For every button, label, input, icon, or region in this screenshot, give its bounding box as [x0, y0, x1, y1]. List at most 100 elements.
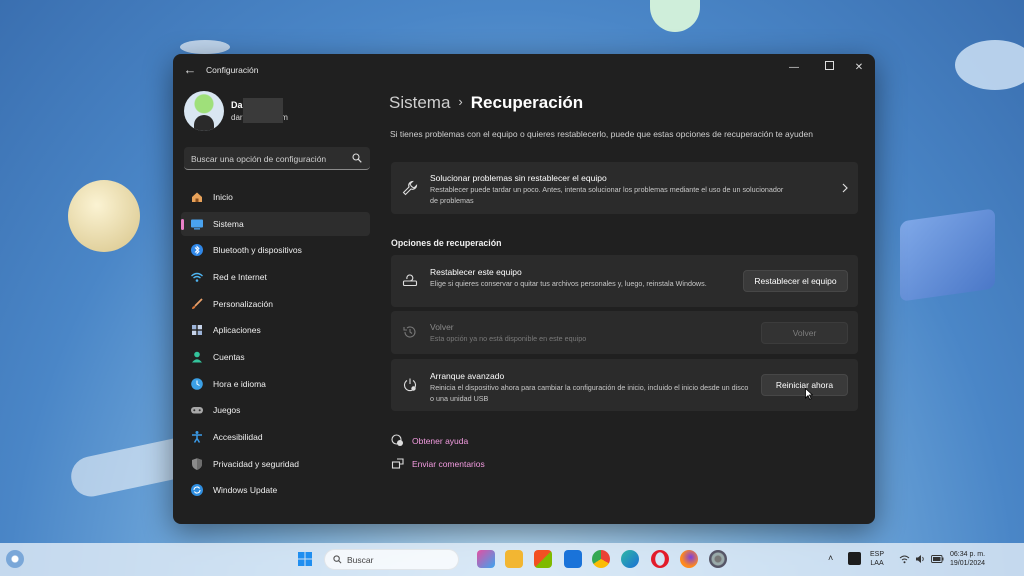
globe-clock-icon — [191, 378, 203, 390]
taskbar-search-label: Buscar — [347, 555, 374, 565]
settings-window: ← Configuración — ✕ Da dar hotmail.com B… — [173, 54, 875, 524]
sidebar-item-label: Privacidad y seguridad — [213, 459, 299, 469]
chrome-icon[interactable] — [592, 550, 610, 568]
language-code: ESP — [870, 551, 885, 558]
account-icon — [192, 351, 202, 363]
tray-app-icon[interactable] — [848, 552, 861, 565]
wallpaper-orb — [68, 180, 140, 252]
redaction-box — [243, 111, 283, 123]
wifi-icon[interactable] — [899, 554, 910, 564]
chevron-right-icon: › — [458, 94, 463, 109]
chevron-up-icon[interactable]: ˄ — [828, 554, 833, 563]
page-description: Si tienes problemas con el equipo o quie… — [390, 129, 813, 139]
wallpaper-shape — [955, 40, 1024, 90]
sidebar-item-label: Sistema — [213, 219, 244, 229]
sidebar-item-label: Windows Update — [213, 485, 278, 495]
go-back-button[interactable]: Volver — [761, 322, 848, 344]
sidebar-item-label: Aplicaciones — [213, 325, 261, 335]
card-description: Reinicia el dispositivo ahora para cambi… — [430, 383, 749, 403]
sidebar-item-label: Inicio — [213, 192, 233, 202]
widgets-icon[interactable] — [6, 550, 24, 568]
link-label: Enviar comentarios — [412, 459, 485, 469]
help-chat-icon — [391, 434, 403, 446]
card-description: Restablecer puede tardar un poco. Antes,… — [430, 185, 784, 205]
opera-icon[interactable] — [651, 550, 669, 568]
wallpaper-shape — [180, 40, 230, 54]
file-explorer-icon[interactable] — [505, 550, 523, 568]
home-icon — [192, 192, 202, 202]
keyboard-layout: LAA — [870, 560, 884, 567]
troubleshoot-card[interactable]: Solucionar problemas sin restablecer el … — [391, 162, 858, 214]
firefox-icon[interactable] — [680, 550, 698, 568]
sidebar-item-aplicaciones[interactable]: Aplicaciones — [181, 318, 370, 342]
volume-icon[interactable] — [915, 554, 926, 564]
search-input[interactable]: Buscar una opción de configuración — [184, 147, 370, 170]
taskbar-search[interactable]: Buscar — [324, 549, 459, 570]
edge-icon[interactable] — [621, 550, 639, 568]
sidebar-item-windows-update[interactable]: Windows Update — [181, 478, 370, 502]
shield-icon — [192, 458, 202, 470]
card-description: Elige si quieres conservar o quitar tus … — [430, 279, 707, 288]
taskbar: Buscar ˄ ESP LAA 06:34 p. m. 19/01/2024 — [0, 543, 1024, 576]
battery-icon[interactable] — [931, 554, 944, 564]
brush-icon — [192, 298, 203, 309]
title-bar: ← Configuración — ✕ — [173, 54, 875, 86]
sidebar-item-bluetooth[interactable]: Bluetooth y dispositivos — [181, 238, 370, 262]
apps-icon — [192, 325, 202, 335]
search-placeholder: Buscar una opción de configuración — [191, 154, 327, 164]
clock-date: 19/01/2024 — [950, 560, 986, 567]
copilot-icon[interactable] — [477, 550, 495, 568]
sidebar-item-sistema[interactable]: Sistema — [181, 212, 370, 236]
card-title: Arranque avanzado — [430, 371, 505, 381]
advanced-startup-icon — [403, 378, 417, 392]
chevron-right-icon — [842, 183, 848, 193]
maximize-button[interactable] — [816, 59, 842, 77]
sidebar-item-label: Bluetooth y dispositivos — [213, 245, 302, 255]
sidebar-item-label: Cuentas — [213, 352, 245, 362]
back-arrow-icon[interactable]: ← — [181, 62, 199, 78]
settings-gear-icon[interactable] — [709, 550, 727, 568]
sidebar-item-juegos[interactable]: Juegos — [181, 398, 370, 422]
gamepad-icon — [191, 407, 203, 414]
breadcrumb: Sistema › Recuperación — [389, 93, 583, 113]
send-feedback-link[interactable]: Enviar comentarios — [391, 456, 521, 472]
windows-update-icon — [191, 484, 203, 496]
history-icon — [403, 326, 416, 338]
mouse-cursor-icon — [805, 388, 813, 400]
search-icon — [333, 555, 342, 564]
sidebar-item-accesibilidad[interactable]: Accesibilidad — [181, 425, 370, 449]
sidebar-item-red[interactable]: Red e Internet — [181, 265, 370, 289]
feedback-icon — [391, 458, 404, 469]
close-button[interactable]: ✕ — [846, 59, 872, 77]
sidebar-item-label: Accesibilidad — [213, 432, 263, 442]
language-indicator[interactable]: ESP LAA — [870, 550, 884, 568]
get-help-link[interactable]: Obtener ayuda — [391, 433, 511, 449]
sidebar-item-cuentas[interactable]: Cuentas — [181, 345, 370, 369]
card-title: Volver — [430, 322, 454, 332]
reset-pc-card: Restablecer este equipo Elige si quieres… — [391, 255, 858, 307]
sidebar-item-label: Hora e idioma — [213, 379, 266, 389]
sidebar-item-privacidad[interactable]: Privacidad y seguridad — [181, 452, 370, 476]
sidebar-item-label: Personalización — [213, 299, 274, 309]
reset-pc-button[interactable]: Restablecer el equipo — [743, 270, 848, 292]
start-windows-icon[interactable] — [296, 550, 314, 568]
page-title: Recuperación — [470, 93, 584, 112]
clock[interactable]: 06:34 p. m. 19/01/2024 — [950, 550, 985, 568]
reset-pc-icon — [402, 274, 418, 287]
breadcrumb-parent[interactable]: Sistema — [389, 93, 450, 112]
link-label: Obtener ayuda — [412, 436, 469, 446]
minimize-button[interactable]: — — [781, 59, 807, 77]
sidebar-item-inicio[interactable]: Inicio — [181, 185, 370, 209]
search-icon — [352, 153, 362, 163]
maximize-icon — [824, 61, 834, 70]
sidebar-item-hora[interactable]: Hora e idioma — [181, 372, 370, 396]
wrench-icon — [402, 180, 418, 196]
system-icon — [191, 219, 203, 230]
mail-icon[interactable] — [564, 550, 582, 568]
bluetooth-icon — [191, 244, 203, 256]
sidebar-item-personalizacion[interactable]: Personalización — [181, 292, 370, 316]
card-title: Solucionar problemas sin restablecer el … — [430, 173, 607, 183]
store-icon[interactable] — [534, 550, 552, 568]
advanced-startup-card: Arranque avanzado Reinicia el dispositiv… — [391, 359, 858, 411]
avatar[interactable] — [184, 91, 224, 131]
